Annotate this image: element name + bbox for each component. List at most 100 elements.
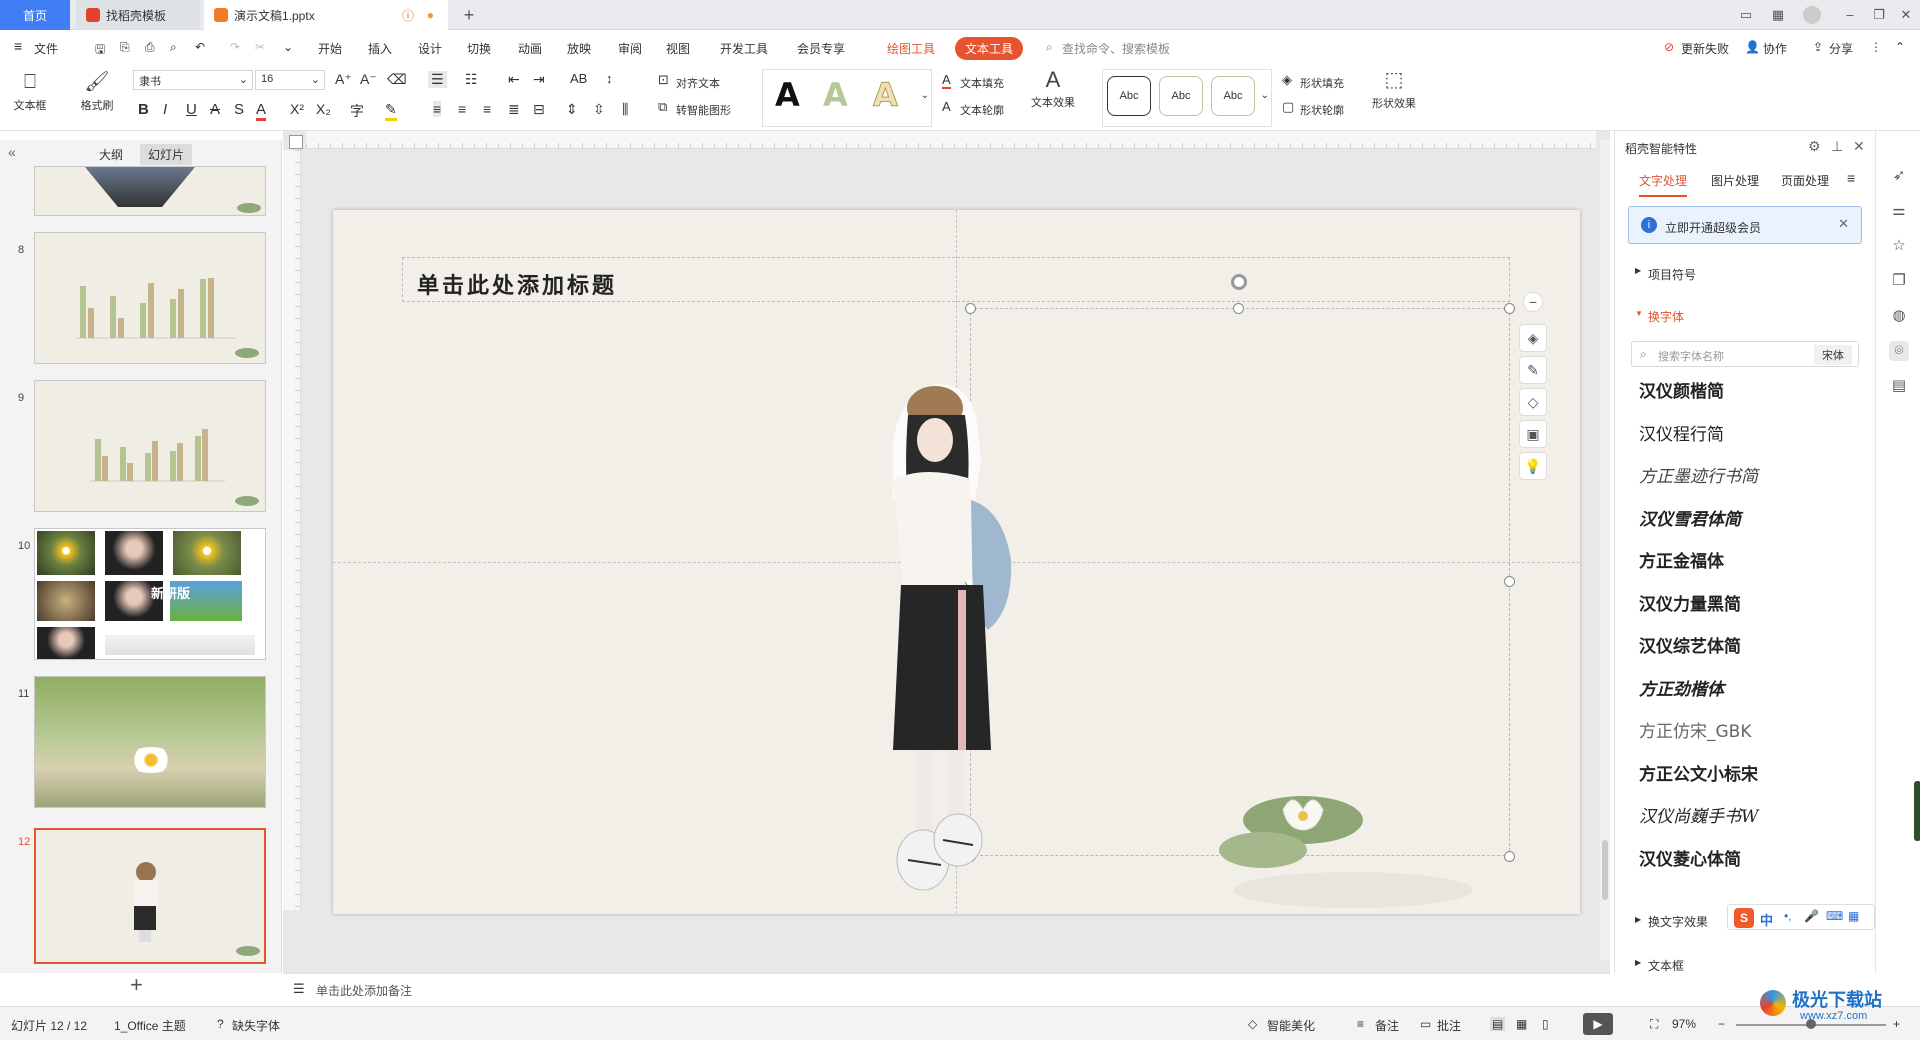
distribute-icon[interactable]: ⊟ — [533, 101, 545, 118]
align-center-icon[interactable]: ≡ — [458, 101, 466, 117]
align-left-icon[interactable]: ≡ — [433, 101, 442, 117]
smart-beautify-button[interactable]: 智能美化 — [1267, 1017, 1315, 1034]
shape-fill-button[interactable]: 形状填充 — [1300, 75, 1344, 91]
font-option[interactable]: 方正金福体 — [1639, 547, 1724, 572]
tab-text-processing[interactable]: 文字处理 — [1639, 172, 1688, 197]
print-icon[interactable]: ⎙ — [145, 40, 155, 55]
justify-icon[interactable]: ≣ — [508, 101, 520, 118]
decrease-font-icon[interactable]: A⁻ — [360, 71, 377, 88]
textbox-section[interactable]: 文本框 — [1648, 957, 1684, 974]
change-font-section[interactable]: 换字体 — [1648, 308, 1684, 325]
panel-title[interactable]: 稻壳智能特性 — [1625, 140, 1697, 157]
smart-shape-button[interactable]: 转智能图形 — [676, 102, 731, 118]
bold-icon[interactable]: B — [138, 101, 149, 118]
add-slide-icon[interactable]: + — [130, 972, 143, 998]
font-option[interactable]: 汉仪颜楷简 — [1639, 377, 1724, 402]
girl-illustration[interactable] — [863, 360, 1063, 920]
keyboard-icon[interactable]: ⌨ — [1826, 909, 1843, 923]
resize-handle[interactable] — [1233, 303, 1244, 314]
alert-icon[interactable]: ⓘ — [402, 7, 414, 24]
zoom-out-button[interactable]: − — [1718, 1017, 1725, 1031]
missing-font-button[interactable]: 缺失字体 — [232, 1017, 280, 1034]
menu-tab-2[interactable]: 设计 — [418, 40, 442, 57]
more-icon[interactable]: ⋮ — [1870, 40, 1882, 54]
hamburger-icon[interactable]: ≡ — [14, 38, 22, 54]
menu-tab-1[interactable]: 插入 — [368, 40, 392, 57]
collaborate-button[interactable]: 协作 — [1763, 40, 1787, 57]
theme-name[interactable]: 1_Office 主题 — [114, 1017, 186, 1034]
increase-indent-icon[interactable]: ⇥ — [533, 71, 545, 88]
font-search-input[interactable]: ⌕ 搜索字体名称 宋体 — [1631, 341, 1859, 367]
menu-tab-3[interactable]: 切换 — [467, 40, 491, 57]
notes-toggle[interactable]: 备注 — [1375, 1017, 1399, 1034]
text-effect-button[interactable]: A 文本效果 — [1027, 69, 1079, 110]
align-text-button[interactable]: 对齐文本 — [676, 75, 720, 91]
comments-toggle[interactable]: 批注 — [1437, 1017, 1461, 1034]
text-style-outline[interactable]: A — [873, 76, 899, 115]
menu-tab-9[interactable]: 会员专享 — [797, 40, 845, 57]
font-option[interactable]: 方正仿宋_GBK — [1639, 717, 1751, 742]
resize-handle[interactable] — [1504, 576, 1515, 587]
strikethrough-icon[interactable]: A — [210, 101, 220, 118]
new-tab-icon[interactable]: + — [460, 6, 478, 24]
slide-thumbnail-10[interactable]: 新研版 — [34, 528, 266, 660]
grid-icon[interactable]: ▦ — [1769, 6, 1787, 24]
text-effect-section[interactable]: 换文字效果 — [1648, 913, 1708, 930]
shape-style-1[interactable]: Abc — [1107, 76, 1151, 116]
avatar[interactable] — [1803, 6, 1821, 24]
menu-file[interactable]: 文件 — [34, 40, 58, 57]
side-scroll-handle[interactable] — [1914, 781, 1920, 841]
align-right-icon[interactable]: ≡ — [483, 101, 491, 117]
tab-text-tools[interactable]: 文本工具 — [955, 37, 1024, 60]
undo-icon[interactable]: ↶ — [195, 40, 205, 54]
highlight-icon[interactable]: ✎ — [385, 101, 397, 121]
bullet-list-icon[interactable]: ☰ — [428, 71, 447, 88]
tab-home[interactable]: 首页 — [0, 0, 70, 30]
zoom-level[interactable]: 97% — [1672, 1017, 1696, 1031]
restore-icon[interactable]: ❐ — [1870, 6, 1888, 24]
font-option[interactable]: 汉仪力量黑简 — [1639, 590, 1741, 615]
menu-tab-4[interactable]: 动画 — [518, 40, 542, 57]
horizontal-ruler[interactable] — [306, 131, 1596, 149]
redo-icon[interactable]: ↷ — [230, 40, 240, 54]
gallery-more-icon[interactable]: ⌄ — [921, 90, 929, 101]
collapse-ribbon-icon[interactable]: ⌃ — [1895, 40, 1905, 54]
canvas-scrollbar[interactable] — [1600, 140, 1610, 960]
collapse-panel-icon[interactable]: « — [8, 144, 16, 160]
scroll-thumb[interactable] — [1602, 840, 1608, 900]
minimize-icon[interactable]: – — [1841, 6, 1859, 24]
ime-mode[interactable]: 中 — [1760, 910, 1773, 929]
copy-icon[interactable]: ❐ — [1889, 271, 1909, 291]
tab-page-processing[interactable]: 页面处理 — [1781, 172, 1829, 189]
grid-icon[interactable]: ▦ — [1848, 909, 1859, 923]
slide-thumbnail-8[interactable] — [34, 232, 266, 364]
more-dropdown-icon[interactable]: ⌄ — [283, 40, 293, 54]
line-spacing-icon[interactable]: ⇕ — [566, 101, 578, 118]
columns-icon[interactable]: ⫼ — [622, 101, 628, 118]
text-fill-button[interactable]: 文本填充 — [960, 75, 1004, 91]
font-option[interactable]: 汉仪综艺体简 — [1639, 632, 1741, 657]
fill-icon[interactable]: ◇ — [1519, 388, 1547, 416]
update-failed-button[interactable]: 更新失败 — [1681, 40, 1729, 57]
textbox-button[interactable]: ⎕ 文本框 — [10, 72, 50, 113]
numbered-list-icon[interactable]: ☷ — [465, 71, 478, 88]
frame-icon[interactable]: ▣ — [1519, 420, 1547, 448]
font-name-select[interactable]: 隶书 ⌄ — [133, 70, 253, 90]
play-button[interactable]: ▶ — [1583, 1013, 1613, 1035]
close-icon[interactable]: ✕ — [1897, 6, 1915, 24]
tab-document[interactable]: 演示文稿1.pptx ⓘ ● — [204, 0, 448, 30]
share-button[interactable]: 分享 — [1829, 40, 1853, 57]
gallery-more-icon[interactable]: ⌄ — [1261, 90, 1269, 101]
fit-window-icon[interactable]: ⛶ — [1650, 1017, 1658, 1032]
slide-thumbnail-7[interactable] — [34, 166, 266, 216]
ruler-corner-icon[interactable] — [289, 135, 303, 149]
sliders-icon[interactable]: ⚌ — [1889, 201, 1909, 221]
menu-tab-6[interactable]: 审阅 — [618, 40, 642, 57]
slide-thumbnail-12[interactable] — [34, 828, 266, 964]
rocket-icon[interactable]: ➶ — [1889, 166, 1909, 186]
punctuation-icon[interactable]: •, — [1784, 909, 1792, 923]
font-option[interactable]: 汉仪雪君体简 — [1639, 505, 1741, 530]
tab-outline[interactable]: 大纲 — [99, 146, 123, 163]
shape-style-2[interactable]: Abc — [1159, 76, 1203, 116]
menu-tab-0[interactable]: 开始 — [318, 40, 342, 57]
